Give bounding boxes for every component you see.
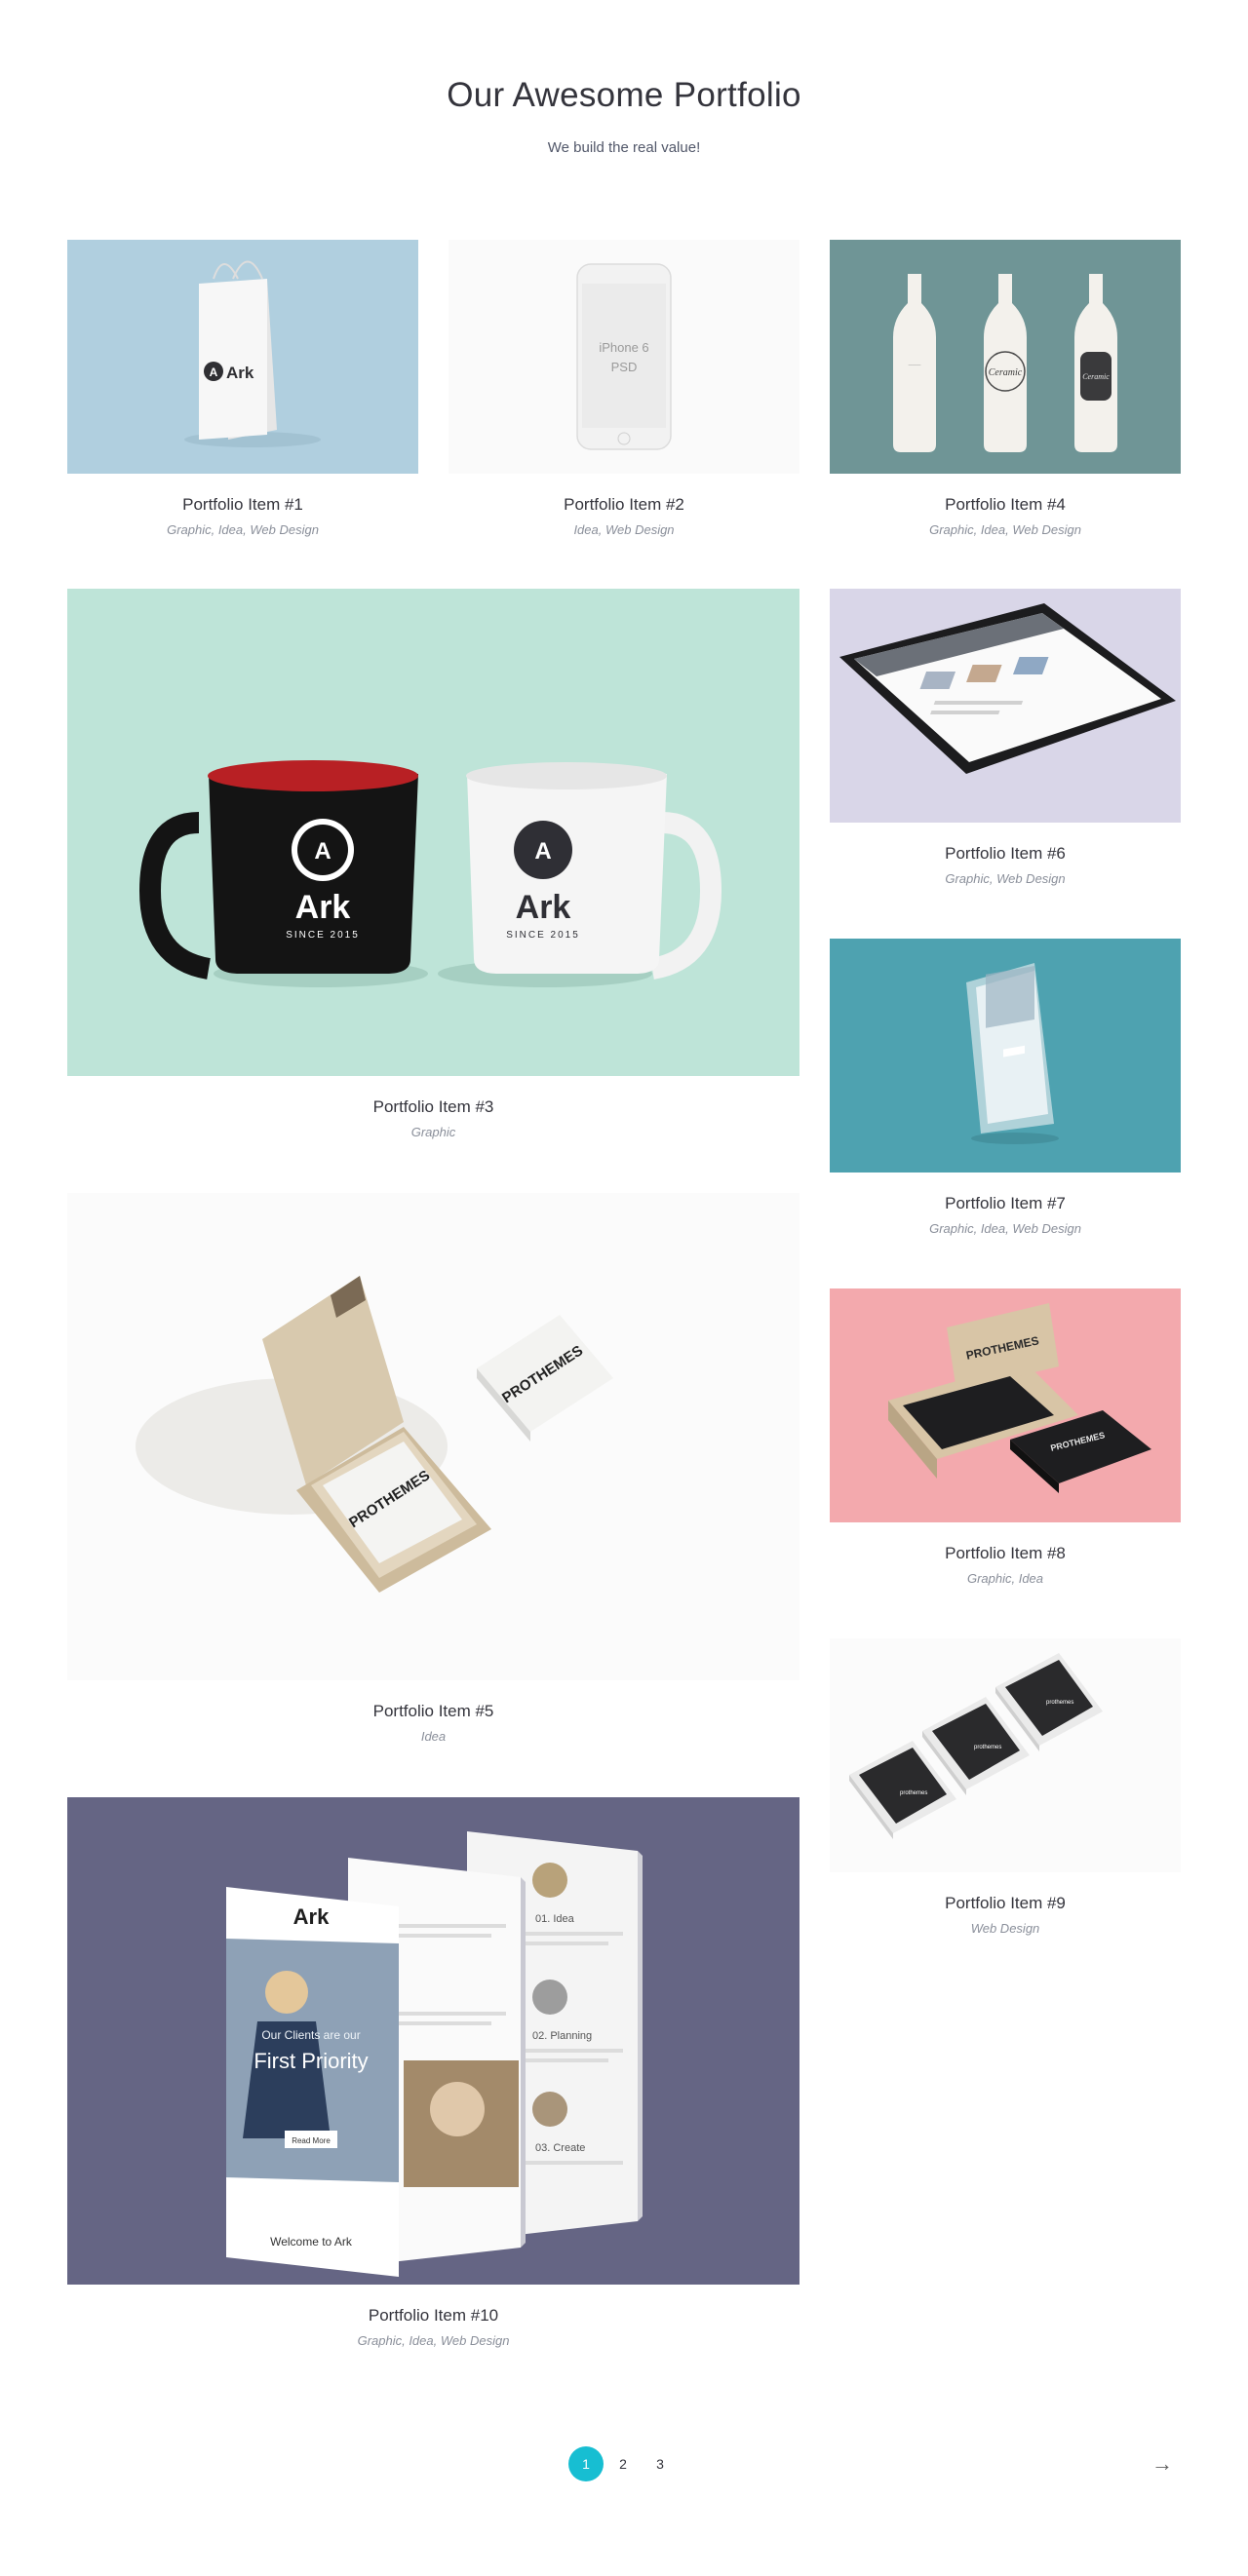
- portfolio-item-title[interactable]: Portfolio Item #2: [448, 495, 800, 515]
- mock-logo-text: Ark: [293, 1904, 330, 1929]
- portfolio-item-1[interactable]: A Ark Portfolio Item #1 Graphic, Idea, W…: [67, 240, 418, 552]
- portfolio-thumb-mugs[interactable]: A Ark SINCE 2015 A Ark SINCE 2015: [67, 589, 800, 1076]
- portfolio-item-9[interactable]: prothemes prothemes prothemes Portfolio …: [830, 1638, 1181, 1950]
- mug-subtext: SINCE 2015: [286, 930, 360, 941]
- portfolio-item-title[interactable]: Portfolio Item #6: [830, 844, 1181, 864]
- portfolio-item-3[interactable]: A Ark SINCE 2015 A Ark SINCE 2015 Portfo…: [67, 589, 800, 1144]
- pagination: 1 2 3 →: [0, 2446, 1248, 2485]
- portfolio-thumb-shopping-bag[interactable]: A Ark: [67, 240, 418, 474]
- card-box-image: PROTHEMES PROTHEMES: [888, 1303, 1151, 1493]
- portfolio-item-tags: Idea: [420, 1729, 447, 1744]
- page-button-1[interactable]: 1: [568, 2446, 604, 2481]
- portfolio-thumb-glass-phone[interactable]: [830, 939, 1181, 1173]
- portfolio-item-title[interactable]: Portfolio Item #4: [830, 495, 1181, 515]
- mugs-image: A Ark SINCE 2015 A Ark SINCE 2015: [138, 760, 722, 987]
- tablet-image: [839, 603, 1176, 774]
- portfolio-thumb-bottles[interactable]: Ceramic Ceramic ───: [830, 240, 1181, 474]
- portfolio-item-tags: Graphic, Idea, Web Design: [357, 2333, 510, 2348]
- portfolio-item-2[interactable]: iPhone 6 PSD Portfolio Item #2 Idea, Web…: [448, 240, 800, 552]
- bottle-label-text: Ceramic: [989, 367, 1023, 378]
- shopping-bag-image: A Ark: [184, 260, 321, 447]
- portfolio-item-tags: Graphic, Idea, Web Design: [929, 1221, 1081, 1236]
- mock-button-text: Read More: [292, 2136, 331, 2145]
- svg-text:prothemes: prothemes: [900, 1790, 927, 1796]
- svg-text:───: ───: [908, 363, 922, 368]
- app-mockup-image: 01. Idea 02. Planning 03. Create Ark Our…: [226, 1831, 643, 2277]
- mock-line-2: First Priority: [254, 2049, 368, 2073]
- svg-text:Ceramic: Ceramic: [1082, 372, 1110, 381]
- svg-text:PSD: PSD: [611, 360, 638, 374]
- portfolio-item-title[interactable]: Portfolio Item #7: [830, 1194, 1181, 1213]
- portfolio-thumb-business-cards[interactable]: PROTHEMES PROTHEMES: [67, 1193, 800, 1680]
- portfolio-thumb-phones[interactable]: prothemes prothemes prothemes: [830, 1638, 1181, 1872]
- portfolio-item-tags: Web Design: [970, 1921, 1040, 1936]
- portfolio-item-5[interactable]: PROTHEMES PROTHEMES Portfolio Item #5 Id…: [67, 1193, 800, 1749]
- mock-step-1: 01. Idea: [535, 1913, 575, 1925]
- svg-text:SINCE 2015: SINCE 2015: [506, 930, 580, 941]
- svg-text:A: A: [314, 838, 331, 865]
- portfolio-item-10[interactable]: 01. Idea 02. Planning 03. Create Ark Our…: [67, 1797, 800, 2353]
- glass-phone-image: [966, 963, 1059, 1144]
- mug-logo-text: Ark: [295, 889, 351, 926]
- portfolio-item-tags: Graphic, Idea, Web Design: [167, 522, 319, 537]
- page-button-3[interactable]: 3: [643, 2446, 678, 2481]
- mock-line-1: Our Clients are our: [261, 2028, 360, 2042]
- portfolio-thumb-iphone[interactable]: iPhone 6 PSD: [448, 240, 800, 474]
- portfolio-item-title[interactable]: Portfolio Item #10: [67, 2306, 800, 2326]
- portfolio-item-tags: Graphic, Idea, Web Design: [929, 522, 1081, 537]
- next-page-arrow-icon[interactable]: →: [1143, 2446, 1182, 2481]
- svg-text:A: A: [534, 838, 551, 865]
- page-title: Our Awesome Portfolio: [447, 76, 801, 114]
- svg-text:A: A: [210, 365, 218, 379]
- bottles-image: Ceramic Ceramic ───: [893, 274, 1117, 452]
- portfolio-item-title[interactable]: Portfolio Item #8: [830, 1544, 1181, 1563]
- portfolio-item-7[interactable]: Portfolio Item #7 Graphic, Idea, Web Des…: [830, 939, 1181, 1250]
- portfolio-item-4[interactable]: Ceramic Ceramic ─── Portfolio Item #4 Gr…: [830, 240, 1181, 552]
- phones-image: prothemes prothemes prothemes: [849, 1653, 1103, 1839]
- portfolio-item-title[interactable]: Portfolio Item #5: [67, 1702, 800, 1721]
- portfolio-item-8[interactable]: PROTHEMES PROTHEMES Portfolio Item #8 Gr…: [830, 1288, 1181, 1600]
- page-button-2[interactable]: 2: [605, 2446, 641, 2481]
- iphone-mockup-image: iPhone 6 PSD: [576, 263, 672, 450]
- business-cards-image: PROTHEMES PROTHEMES: [136, 1276, 613, 1593]
- svg-text:iPhone 6: iPhone 6: [599, 340, 648, 355]
- mock-footer-text: Welcome to Ark: [270, 2235, 353, 2249]
- portfolio-thumb-tablet[interactable]: [830, 589, 1181, 823]
- portfolio-thumb-app-mockup[interactable]: 01. Idea 02. Planning 03. Create Ark Our…: [67, 1797, 800, 2285]
- bag-logo-text: Ark: [226, 364, 254, 382]
- mock-step-2: 02. Planning: [532, 2030, 592, 2042]
- portfolio-item-tags: Graphic, Idea: [966, 1571, 1044, 1586]
- portfolio-item-title[interactable]: Portfolio Item #1: [67, 495, 418, 515]
- portfolio-item-title[interactable]: Portfolio Item #9: [830, 1894, 1181, 1913]
- portfolio-item-tags: Graphic, Web Design: [945, 871, 1066, 886]
- portfolio-item-6[interactable]: Portfolio Item #6 Graphic, Web Design: [830, 589, 1181, 901]
- svg-text:prothemes: prothemes: [974, 1745, 1001, 1750]
- portfolio-item-title[interactable]: Portfolio Item #3: [67, 1097, 800, 1117]
- portfolio-thumb-card-box[interactable]: PROTHEMES PROTHEMES: [830, 1288, 1181, 1522]
- page-subtitle: We build the real value!: [547, 139, 701, 156]
- mock-step-3: 03. Create: [535, 2142, 585, 2154]
- portfolio-item-tags: Graphic: [410, 1125, 456, 1139]
- portfolio-item-tags: Idea, Web Design: [573, 522, 675, 537]
- svg-text:Ark: Ark: [516, 889, 571, 926]
- svg-text:prothemes: prothemes: [1046, 1700, 1073, 1706]
